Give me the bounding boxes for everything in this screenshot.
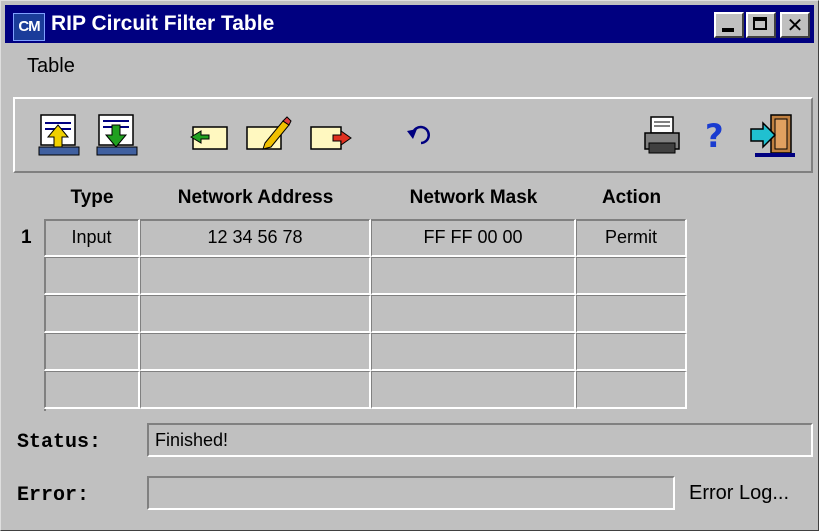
edit-entry-button[interactable] (243, 111, 292, 161)
cell-network-address[interactable] (140, 257, 371, 295)
close-icon: ✕ (786, 13, 804, 37)
undo-icon (407, 125, 430, 145)
cell-action[interactable] (576, 295, 687, 333)
status-label: Status: (17, 431, 102, 454)
title-bar[interactable]: CM RIP Circuit Filter Table ✕ (5, 5, 814, 43)
minimize-button[interactable] (714, 12, 744, 38)
exit-icon (750, 114, 795, 157)
cell-type[interactable] (44, 371, 140, 409)
row-number: 1 (21, 227, 32, 248)
close-button[interactable]: ✕ (780, 12, 810, 38)
col-header-type: Type (70, 187, 114, 208)
edit-entry-icon (246, 116, 292, 150)
download-button[interactable] (95, 111, 141, 161)
window-title: RIP Circuit Filter Table (51, 12, 275, 35)
cell-type[interactable] (44, 295, 140, 333)
status-field: Finished! (147, 423, 813, 457)
download-icon (96, 114, 138, 156)
delete-entry-button[interactable] (309, 111, 355, 161)
cell-network-mask[interactable] (371, 333, 576, 371)
delete-entry-icon (310, 126, 352, 150)
cell-network-mask[interactable] (371, 257, 576, 295)
add-entry-button[interactable] (187, 111, 233, 161)
cell-action[interactable] (576, 257, 687, 295)
error-label: Error: (17, 484, 90, 507)
menu-bar: Table (5, 47, 814, 85)
error-log-link[interactable]: Error Log... (689, 482, 789, 505)
upload-button[interactable] (37, 111, 83, 161)
app-icon: CM (13, 13, 45, 41)
exit-button[interactable] (749, 111, 795, 161)
cell-network-mask[interactable] (371, 295, 576, 333)
cell-network-mask[interactable]: FF FF 00 00 (371, 219, 576, 257)
cell-type[interactable] (44, 257, 140, 295)
add-entry-icon (190, 126, 228, 150)
cell-network-address[interactable] (140, 333, 371, 371)
help-button[interactable]: ? (695, 111, 741, 161)
error-field (147, 476, 675, 510)
cell-type[interactable]: Input (44, 219, 140, 257)
cell-action[interactable] (576, 371, 687, 409)
cell-type[interactable] (44, 333, 140, 371)
toolbar: ? (13, 97, 813, 173)
help-icon: ? (705, 117, 724, 155)
cell-action[interactable]: Permit (576, 219, 687, 257)
cell-network-mask[interactable] (371, 371, 576, 409)
app-window: CM RIP Circuit Filter Table ✕ Table ? Ty… (0, 0, 819, 531)
print-icon (644, 116, 680, 154)
col-header-action: Action (601, 187, 662, 208)
cell-network-address[interactable] (140, 295, 371, 333)
maximize-button[interactable] (746, 12, 776, 38)
cell-network-address[interactable] (140, 371, 371, 409)
svg-text:?: ? (705, 117, 724, 155)
print-button[interactable] (639, 111, 685, 161)
cell-action[interactable] (576, 333, 687, 371)
cell-network-address[interactable]: 12 34 56 78 (140, 219, 371, 257)
upload-icon (38, 114, 80, 156)
col-header-network-mask: Network Mask (409, 187, 538, 208)
menu-table[interactable]: Table (27, 55, 75, 78)
undo-button[interactable] (399, 111, 445, 161)
col-header-network-address: Network Address (177, 187, 334, 208)
